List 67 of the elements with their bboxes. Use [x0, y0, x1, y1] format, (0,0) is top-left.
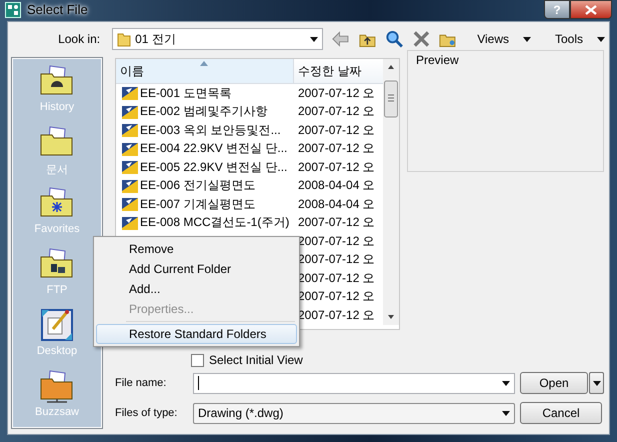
open-button[interactable]: Open — [520, 372, 588, 394]
drawing-file-icon — [122, 122, 138, 138]
date-cell-text: 2008-04-04 오 — [297, 177, 376, 194]
network-folder-icon — [39, 368, 75, 404]
file-item[interactable]: EE-005 22.9KV 변전실 단... — [122, 158, 294, 176]
date-cell-text: 2007-07-12 오 — [297, 84, 376, 102]
menu-item[interactable]: Add... — [96, 279, 297, 299]
drawing-file-icon — [122, 214, 138, 231]
file-type-dropdown[interactable]: Drawing (*.dwg) — [193, 402, 515, 424]
file-name-label: File name: — [115, 377, 168, 389]
tools-menu[interactable]: Tools — [550, 32, 609, 46]
checkbox-label: Select Initial View — [209, 353, 303, 367]
dropdown-arrow-icon — [310, 36, 318, 42]
column-header[interactable]: 이름 — [116, 59, 294, 83]
menu-item[interactable]: Restore Standard Folders — [96, 324, 297, 344]
sort-arrow-icon — [200, 61, 208, 66]
drawing-file-icon — [122, 196, 138, 212]
date-cell-text: 2007-07-12 오 — [297, 288, 376, 306]
menu-item[interactable]: Add Current Folder — [96, 259, 297, 279]
drawing-file-icon — [122, 104, 138, 120]
drawing-file-icon — [122, 178, 138, 194]
menu-item[interactable]: Remove — [96, 239, 297, 259]
column-header[interactable]: 수정한 날짜 — [294, 59, 383, 83]
drawing-file-icon — [122, 85, 138, 102]
date-cell-text: 2007-07-12 오 — [297, 232, 376, 250]
close-button[interactable] — [570, 0, 612, 19]
file-type-label: Files of type: — [115, 407, 178, 419]
close-icon — [585, 4, 597, 14]
file-item[interactable]: EE-003 옥외 보안등및전... — [122, 122, 294, 139]
file-item[interactable]: EE-006 전기실평면도 — [122, 177, 294, 194]
open-options-button[interactable] — [589, 372, 604, 394]
date-cell-text: 2007-07-12 오 — [297, 270, 376, 287]
date-cell-text: 2008-04-04 오 — [297, 196, 376, 213]
file-item[interactable]: EE-008 MCC결선도-1(주거) — [122, 214, 294, 232]
dropdown-arrow-icon — [592, 380, 600, 386]
checkbox[interactable] — [191, 354, 204, 366]
dropdown-arrow-icon — [502, 410, 510, 416]
cancel-button[interactable]: Cancel — [520, 402, 602, 424]
drawing-file-icon — [122, 140, 138, 157]
date-cell-text: 2007-07-12 오 — [297, 122, 376, 139]
drawing-file-icon — [122, 159, 138, 176]
desktop-icon — [38, 307, 75, 343]
delete-icon[interactable] — [412, 29, 430, 49]
file-item[interactable]: EE-001 도면목록 — [122, 84, 294, 102]
search-icon[interactable] — [384, 29, 404, 49]
file-name-field[interactable] — [193, 372, 515, 394]
app-icon — [5, 2, 21, 18]
date-cell-text: 2007-07-12 오 — [297, 140, 376, 158]
folder-icon — [117, 31, 132, 47]
back-arrow-icon[interactable] — [331, 29, 350, 49]
date-cell-text: 2007-07-12 오 — [297, 306, 376, 324]
window-title: Select File — [27, 2, 88, 17]
date-cell-text: 2007-07-12 오 — [297, 214, 376, 232]
look-in-dropdown[interactable]: 01 전기 — [112, 28, 324, 50]
views-menu[interactable]: Views — [473, 32, 535, 46]
preview-label: Preview — [416, 53, 459, 67]
look-in-label: Look in: — [57, 32, 100, 46]
dropdown-arrow-icon — [597, 36, 605, 42]
file-item[interactable]: EE-002 범례및주기사항 — [122, 103, 294, 120]
date-cell-text: 2007-07-12 오 — [297, 158, 376, 176]
date-cell-text: 2007-07-12 오 — [297, 103, 376, 120]
file-item[interactable]: EE-004 22.9KV 변전실 단... — [122, 140, 294, 158]
dropdown-arrow-icon — [522, 36, 531, 42]
date-cell-text: 2007-07-12 오 — [297, 251, 376, 268]
dropdown-arrow-icon — [502, 380, 510, 386]
file-item[interactable]: EE-007 기계실평면도 — [122, 196, 294, 213]
scrollbar[interactable] — [383, 59, 399, 325]
